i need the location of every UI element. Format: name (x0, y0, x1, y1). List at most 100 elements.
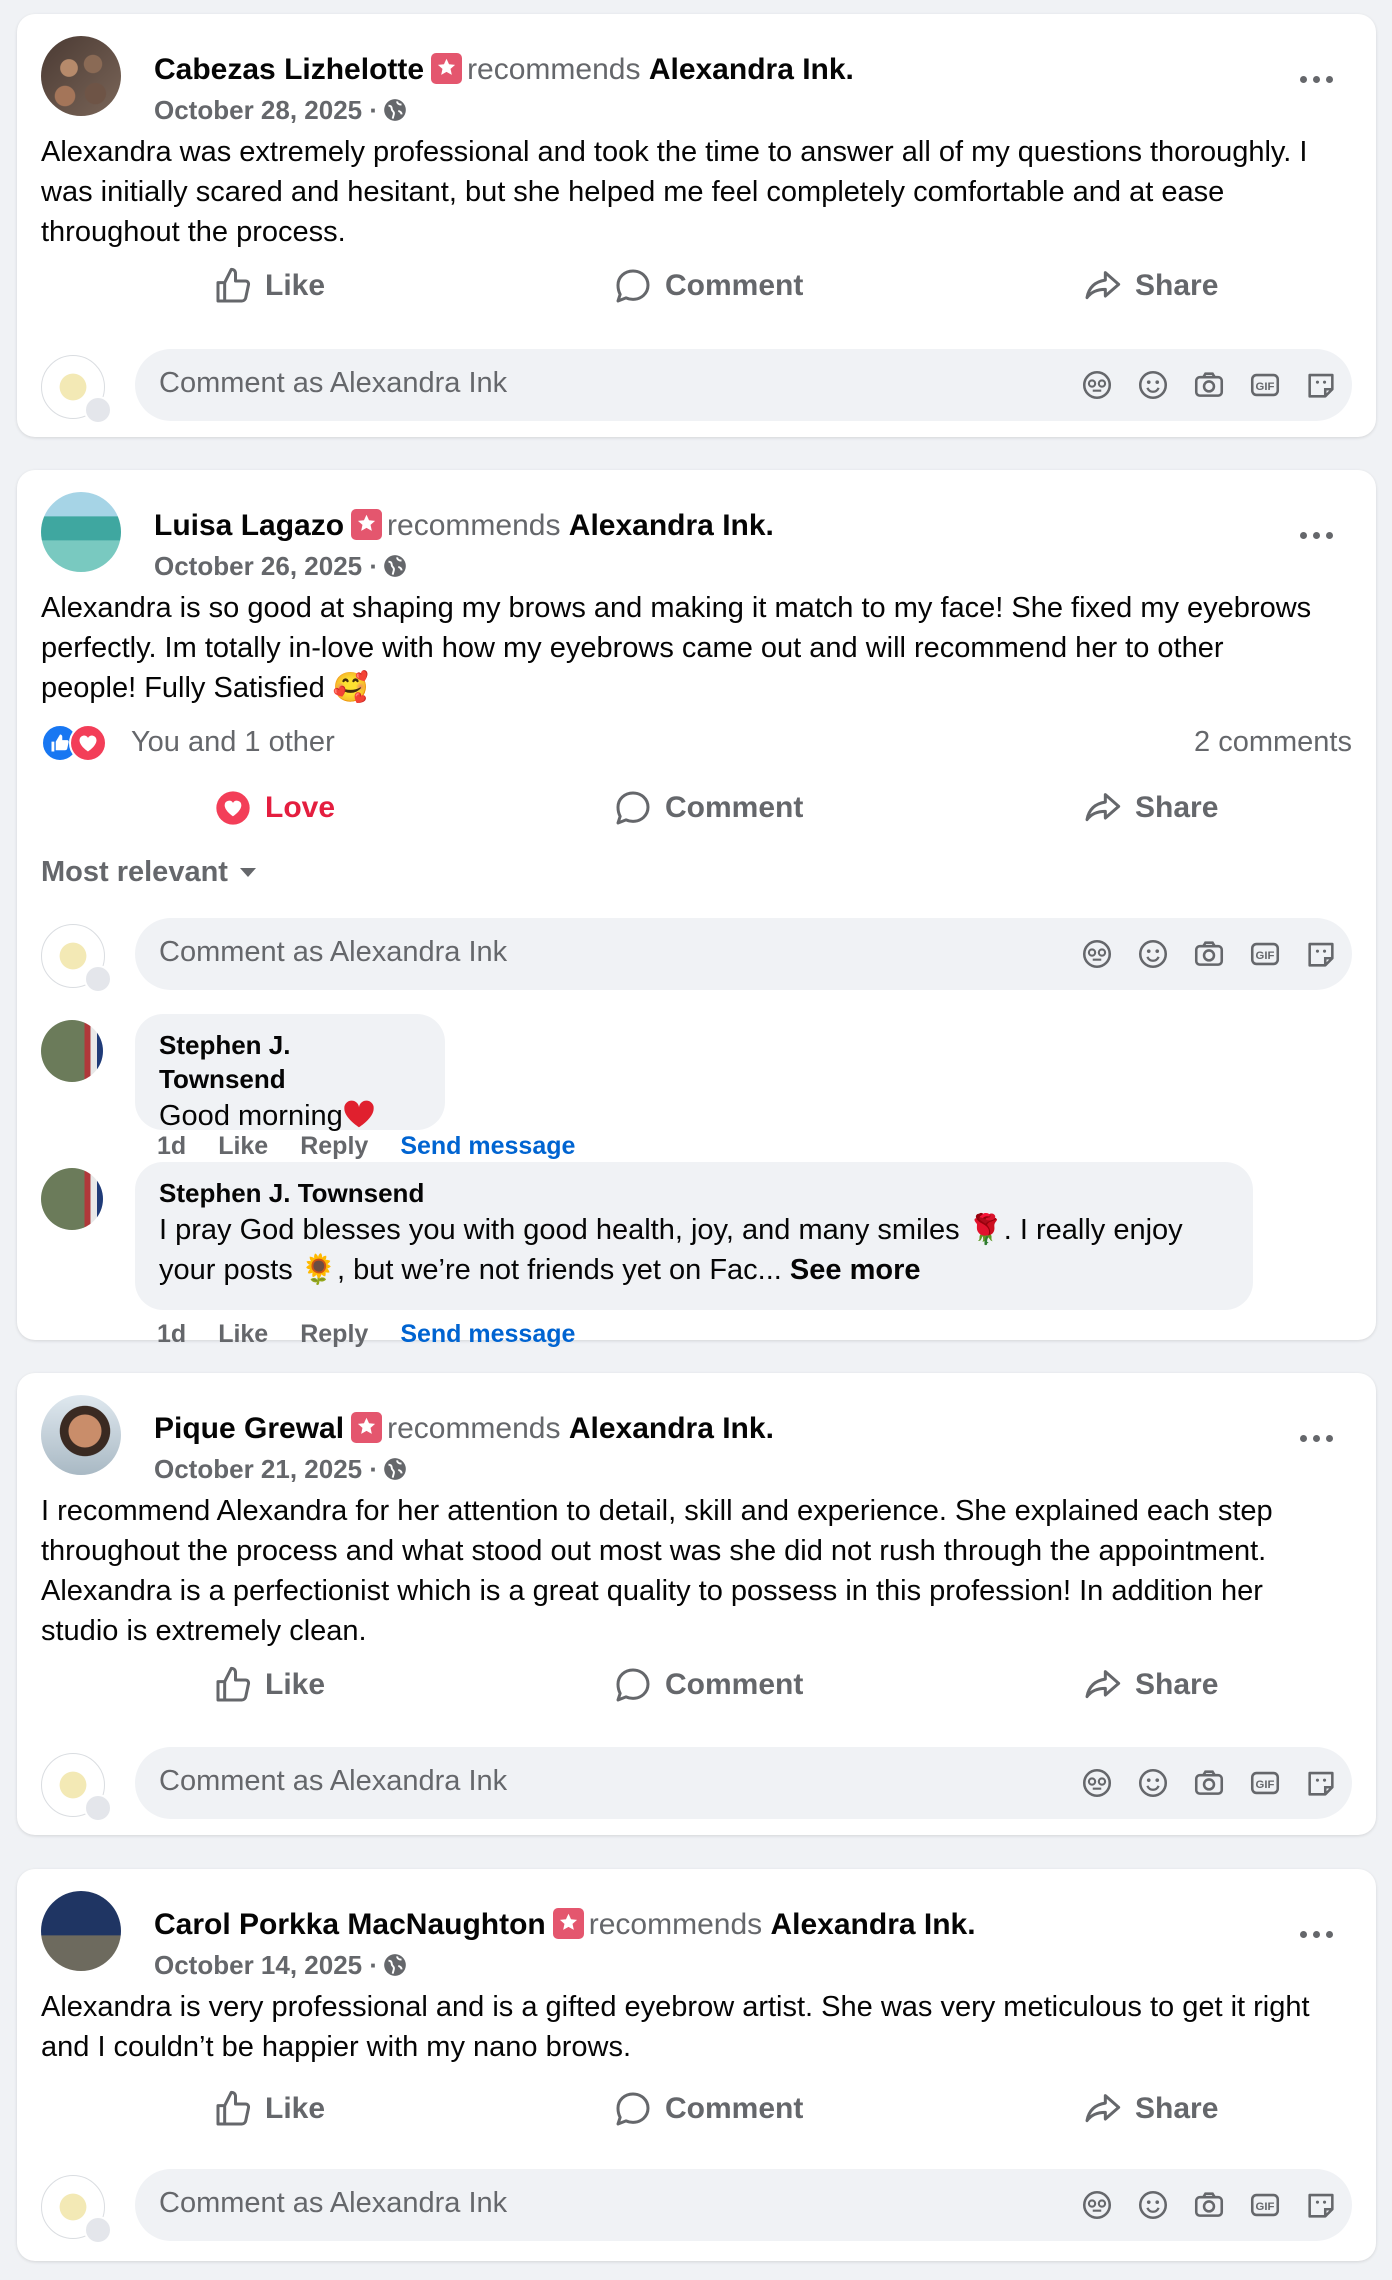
comment-input[interactable]: Comment as Alexandra Ink GIF (135, 918, 1352, 990)
reactions-text[interactable]: You and 1 other (131, 726, 335, 759)
post-date[interactable]: October 14, 2025 · (154, 1950, 408, 1985)
comment-placeholder: Comment as Alexandra Ink (159, 1765, 508, 1797)
emoji-icon[interactable] (1136, 2188, 1170, 2222)
page-name-link[interactable]: Alexandra Ink. (649, 53, 854, 86)
comments-count[interactable]: 2 comments (1194, 726, 1352, 759)
author-name[interactable]: Luisa Lagazo (154, 509, 344, 542)
comment-sort-dropdown[interactable]: Most relevant (41, 856, 256, 889)
comment-button[interactable]: Comment (613, 1657, 803, 1713)
post-date-text[interactable]: October 28, 2025 · (154, 95, 378, 125)
avatar-sticker-icon[interactable] (1080, 2188, 1114, 2222)
share-button[interactable]: Share (1081, 780, 1218, 836)
page-name-link[interactable]: Alexandra Ink. (771, 1908, 976, 1941)
share-icon (1085, 271, 1121, 300)
emoji-icon[interactable] (1136, 1766, 1170, 1800)
more-options-icon[interactable] (1298, 520, 1338, 550)
caret-down-icon (239, 868, 256, 877)
love-button[interactable]: Love (213, 780, 335, 836)
post-date-text[interactable]: October 26, 2025 · (154, 551, 378, 581)
sticker-icon[interactable] (1304, 368, 1338, 402)
page-avatar[interactable] (41, 355, 112, 424)
send-message-link[interactable]: Send message (400, 1132, 575, 1160)
emoji-icon[interactable] (1136, 937, 1170, 971)
page-name-link[interactable]: Alexandra Ink. (569, 1412, 774, 1445)
avatar-sticker-icon[interactable] (1080, 368, 1114, 402)
post-date[interactable]: October 21, 2025 · (154, 1454, 408, 1489)
send-message-link[interactable]: Send message (400, 1320, 575, 1348)
camera-icon[interactable] (1192, 368, 1226, 402)
emoji-icon[interactable] (1136, 368, 1170, 402)
chevron-down-icon[interactable] (84, 1794, 112, 1822)
author-avatar[interactable] (41, 36, 121, 116)
comment-button[interactable]: Comment (613, 780, 803, 836)
reaction-icons[interactable] (41, 724, 121, 762)
page-name-link[interactable]: Alexandra Ink. (569, 509, 774, 542)
chevron-down-icon[interactable] (84, 396, 112, 424)
author-avatar[interactable] (41, 492, 121, 572)
comment-author[interactable]: Stephen J. Townsend (159, 1176, 1229, 1210)
comment-input[interactable]: Comment as Alexandra Ink GIF (135, 349, 1352, 421)
more-options-icon[interactable] (1298, 1919, 1338, 1949)
sticker-icon[interactable] (1304, 937, 1338, 971)
comment-label: Comment (665, 1668, 804, 1701)
avatar-sticker-icon[interactable] (1080, 937, 1114, 971)
comment-reply-button[interactable]: Reply (300, 1132, 368, 1160)
comment-like-button[interactable]: Like (218, 1132, 268, 1160)
author-name[interactable]: Cabezas Lizhelotte (154, 53, 424, 86)
chevron-down-icon[interactable] (84, 965, 112, 993)
like-button[interactable]: Like (213, 2081, 325, 2137)
share-button[interactable]: Share (1081, 1657, 1218, 1713)
post-date[interactable]: October 28, 2025 · (154, 95, 408, 130)
author-name[interactable]: Carol Porkka MacNaughton (154, 1908, 546, 1941)
post-date-text[interactable]: October 21, 2025 · (154, 1454, 378, 1484)
review-post: Luisa Lagazo recommends Alexandra Ink. Oc… (17, 470, 1376, 1348)
camera-icon[interactable] (1192, 1766, 1226, 1800)
comment-bubble: Stephen J. Townsend I pray God blesses y… (135, 1162, 1253, 1310)
post-actions: Like Comment Share (41, 2081, 1352, 2137)
page-avatar[interactable] (41, 1753, 112, 1822)
like-label: Like (265, 269, 326, 302)
commenter-avatar[interactable] (41, 1168, 103, 1230)
post-date[interactable]: October 26, 2025 · (154, 551, 408, 586)
comment-button[interactable]: Comment (613, 258, 803, 314)
page-avatar[interactable] (41, 2175, 112, 2244)
author-avatar[interactable] (41, 1395, 121, 1475)
globe-icon (382, 1456, 408, 1489)
page-avatar[interactable] (41, 924, 112, 993)
see-more-link[interactable]: See more (790, 1254, 921, 1286)
gif-icon[interactable]: GIF (1248, 937, 1282, 971)
comment-reply-button[interactable]: Reply (300, 1320, 368, 1348)
camera-icon[interactable] (1192, 937, 1226, 971)
commenter-avatar[interactable] (41, 1020, 103, 1082)
gif-icon[interactable]: GIF (1248, 368, 1282, 402)
comment-like-button[interactable]: Like (218, 1320, 268, 1348)
reviews-feed: Cabezas Lizhelotte recommends Alexandra I… (0, 0, 1392, 2280)
like-button[interactable]: Like (213, 1657, 325, 1713)
more-options-icon[interactable] (1298, 1423, 1338, 1453)
author-avatar[interactable] (41, 1891, 121, 1971)
comment-button[interactable]: Comment (613, 2081, 803, 2137)
comment-input[interactable]: Comment as Alexandra Ink GIF (135, 2169, 1352, 2241)
author-name[interactable]: Pique Grewal (154, 1412, 344, 1445)
sticker-icon[interactable] (1304, 2188, 1338, 2222)
camera-icon[interactable] (1192, 2188, 1226, 2222)
like-button[interactable]: Like (213, 258, 325, 314)
sticker-icon[interactable] (1304, 1766, 1338, 1800)
comment-time[interactable]: 1d (157, 1132, 186, 1160)
recommends-text: recommends (467, 53, 641, 86)
chevron-down-icon[interactable] (84, 2216, 112, 2244)
share-button[interactable]: Share (1081, 258, 1218, 314)
comment-input[interactable]: Comment as Alexandra Ink GIF (135, 1747, 1352, 1819)
comment-author[interactable]: Stephen J. Townsend (159, 1028, 421, 1096)
composer-icons: GIF (1058, 2188, 1338, 2222)
gif-icon[interactable]: GIF (1248, 1766, 1282, 1800)
comment-time[interactable]: 1d (157, 1320, 186, 1348)
post-text: Alexandra is so good at shaping my brows… (41, 592, 1312, 704)
post-date-text[interactable]: October 14, 2025 · (154, 1950, 378, 1980)
review-post: Cabezas Lizhelotte recommends Alexandra I… (17, 14, 1376, 437)
share-button[interactable]: Share (1081, 2081, 1218, 2137)
avatar-sticker-icon[interactable] (1080, 1766, 1114, 1800)
gif-icon[interactable]: GIF (1248, 2188, 1282, 2222)
more-options-icon[interactable] (1298, 64, 1338, 94)
globe-icon (382, 1952, 408, 1985)
